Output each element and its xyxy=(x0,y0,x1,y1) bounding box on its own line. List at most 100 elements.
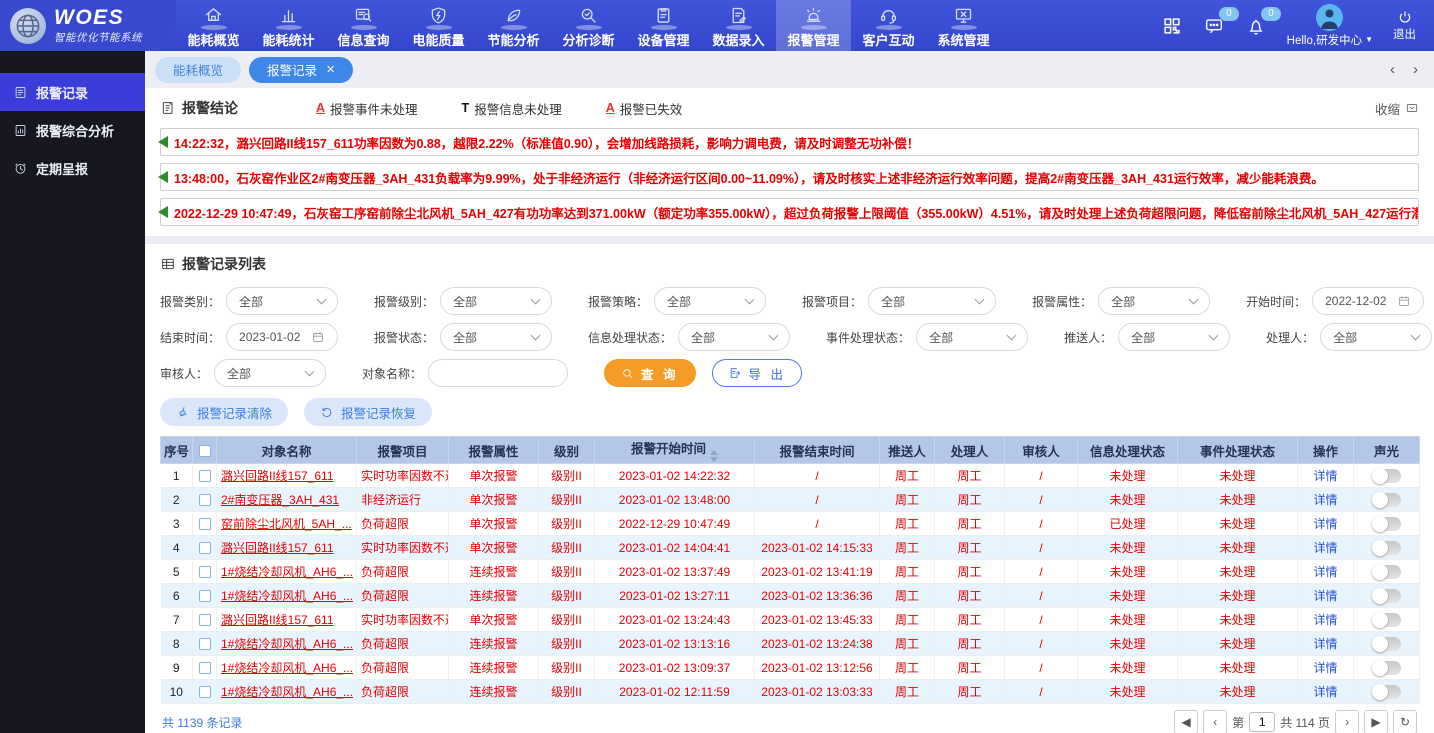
nav-item-system[interactable]: 系统管理 xyxy=(926,0,1001,51)
first-page-button[interactable]: ◀ xyxy=(1174,710,1198,733)
tabs-scroll-right-icon[interactable]: › xyxy=(1413,61,1418,78)
alert-legend-item[interactable]: A报警已失效 xyxy=(606,99,683,118)
sound-light-toggle[interactable] xyxy=(1373,637,1401,651)
detail-link[interactable]: 详情 xyxy=(1313,469,1337,483)
nav-item-power-quality[interactable]: 电能质量 xyxy=(401,0,476,51)
page-number-input[interactable] xyxy=(1249,712,1275,732)
row-checkbox[interactable] xyxy=(199,542,211,554)
detail-link[interactable]: 详情 xyxy=(1313,589,1337,603)
detail-link[interactable]: 详情 xyxy=(1313,517,1337,531)
nav-item-alarm[interactable]: 报警管理 xyxy=(776,0,851,51)
row-checkbox[interactable] xyxy=(199,590,211,602)
tab-inactive[interactable]: 能耗概览 xyxy=(155,57,241,83)
filter-select-处理人[interactable]: 全部 xyxy=(1320,323,1432,351)
clear-records-button[interactable]: 报警记录清除 xyxy=(160,398,288,426)
nav-item-energy-analysis[interactable]: 节能分析 xyxy=(476,0,551,51)
sort-icon[interactable] xyxy=(710,450,718,462)
alert-legend-item[interactable]: T报警信息未处理 xyxy=(462,99,562,118)
sidebar-item-doc-list[interactable]: 报警记录 xyxy=(0,73,145,111)
select-all-checkbox-header[interactable] xyxy=(193,437,217,464)
detail-link[interactable]: 详情 xyxy=(1313,661,1337,675)
date-picker-结束时间[interactable]: 2023-01-02 xyxy=(226,323,338,351)
nav-item-diagnosis[interactable]: 分析诊断 xyxy=(551,0,626,51)
sidebar-item-doc-chart[interactable]: 报警综合分析 xyxy=(0,111,145,149)
nav-item-customer[interactable]: 客户互动 xyxy=(851,0,926,51)
detail-link[interactable]: 详情 xyxy=(1313,493,1337,507)
object-name-link[interactable]: 潞兴回路II线157_611 xyxy=(221,613,334,627)
nav-item-data-entry[interactable]: 数据录入 xyxy=(701,0,776,51)
object-name-link[interactable]: 窑前除尘北风机_5AH_... xyxy=(221,517,352,531)
object-name-link[interactable]: 2#南变压器_3AH_431 xyxy=(221,493,339,507)
row-checkbox[interactable] xyxy=(199,686,211,698)
filter-select-事件处理状态[interactable]: 全部 xyxy=(916,323,1028,351)
select-all-checkbox[interactable] xyxy=(199,445,211,457)
object-name-link[interactable]: 潞兴回路II线157_611 xyxy=(221,469,334,483)
sound-light-cell xyxy=(1354,560,1420,584)
object-name-input[interactable] xyxy=(428,359,568,387)
sound-light-toggle[interactable] xyxy=(1373,565,1401,579)
row-index: 4 xyxy=(161,536,193,560)
detail-link[interactable]: 详情 xyxy=(1313,637,1337,651)
sound-light-toggle[interactable] xyxy=(1373,661,1401,675)
next-page-button[interactable]: › xyxy=(1335,710,1359,733)
messages-icon[interactable]: 0 xyxy=(1203,15,1225,37)
tabs-scroll-left-icon[interactable]: ‹ xyxy=(1390,61,1395,78)
row-checkbox[interactable] xyxy=(199,614,211,626)
detail-link[interactable]: 详情 xyxy=(1313,541,1337,555)
sound-light-toggle[interactable] xyxy=(1373,469,1401,483)
refresh-icon[interactable]: ↻ xyxy=(1393,710,1417,733)
list-title: 报警记录列表 xyxy=(182,254,266,274)
object-name-link[interactable]: 1#烧结冷却风机_AH6_... xyxy=(221,685,353,699)
nav-item-info-search[interactable]: 信息查询 xyxy=(326,0,401,51)
object-name-link[interactable]: 潞兴回路II线157_611 xyxy=(221,541,334,555)
filter-select-报警状态[interactable]: 全部 xyxy=(440,323,552,351)
restore-records-button[interactable]: 报警记录恢复 xyxy=(304,398,432,426)
row-checkbox[interactable] xyxy=(199,662,211,674)
filter-select-报警策略[interactable]: 全部 xyxy=(654,287,766,315)
close-tab-icon[interactable]: ✕ xyxy=(326,63,335,76)
object-name-link[interactable]: 1#烧结冷却风机_AH6_... xyxy=(221,565,353,579)
nav-item-home[interactable]: 能耗概览 xyxy=(176,0,251,51)
filter-select-报警类别[interactable]: 全部 xyxy=(226,287,338,315)
object-name-link[interactable]: 1#烧结冷却风机_AH6_... xyxy=(221,589,353,603)
prev-page-button[interactable]: ‹ xyxy=(1203,710,1227,733)
object-name-link[interactable]: 1#烧结冷却风机_AH6_... xyxy=(221,661,353,675)
date-picker-开始时间[interactable]: 2022-12-02 xyxy=(1312,287,1424,315)
search-button[interactable]: 查 询 xyxy=(604,359,695,387)
detail-link[interactable]: 详情 xyxy=(1313,613,1337,627)
filter-select-信息处理状态[interactable]: 全部 xyxy=(678,323,790,351)
notifications-icon[interactable]: 0 xyxy=(1245,15,1267,37)
sound-light-toggle[interactable] xyxy=(1373,613,1401,627)
alert-legend-item[interactable]: A报警事件未处理 xyxy=(316,99,418,118)
sidebar-item-clock[interactable]: 定期呈报 xyxy=(0,149,145,187)
qrcode-icon[interactable] xyxy=(1161,15,1183,37)
nav-item-stats[interactable]: 能耗统计 xyxy=(251,0,326,51)
filter-select-推送人[interactable]: 全部 xyxy=(1118,323,1230,351)
alert-marker-icon xyxy=(158,136,168,148)
user-menu[interactable]: Hello,研发中心 ▼ xyxy=(1287,4,1373,48)
sound-light-toggle[interactable] xyxy=(1373,685,1401,699)
last-page-button[interactable]: ▶ xyxy=(1364,710,1388,733)
detail-link[interactable]: 详情 xyxy=(1313,565,1337,579)
object-name-link[interactable]: 1#烧结冷却风机_AH6_... xyxy=(221,637,353,651)
row-checkbox[interactable] xyxy=(199,566,211,578)
filter-select-审核人[interactable]: 全部 xyxy=(214,359,326,387)
sound-light-toggle[interactable] xyxy=(1373,493,1401,507)
row-checkbox[interactable] xyxy=(199,638,211,650)
row-checkbox[interactable] xyxy=(199,518,211,530)
row-checkbox[interactable] xyxy=(199,470,211,482)
tab-active[interactable]: 报警记录✕ xyxy=(249,57,353,83)
sound-light-toggle[interactable] xyxy=(1373,589,1401,603)
filter-select-报警属性[interactable]: 全部 xyxy=(1098,287,1210,315)
row-checkbox[interactable] xyxy=(199,494,211,506)
sound-light-toggle[interactable] xyxy=(1373,517,1401,531)
filter-select-报警级别[interactable]: 全部 xyxy=(440,287,552,315)
nav-item-device[interactable]: 设备管理 xyxy=(626,0,701,51)
detail-link[interactable]: 详情 xyxy=(1313,685,1337,699)
logout-button[interactable]: 退出 xyxy=(1393,9,1416,42)
export-button[interactable]: 导 出 xyxy=(712,359,802,387)
sound-light-toggle[interactable] xyxy=(1373,541,1401,555)
filter-select-报警项目[interactable]: 全部 xyxy=(868,287,996,315)
alarm-level-cell: 级别II xyxy=(539,584,595,608)
collapse-button[interactable]: 收缩 xyxy=(1375,99,1419,118)
